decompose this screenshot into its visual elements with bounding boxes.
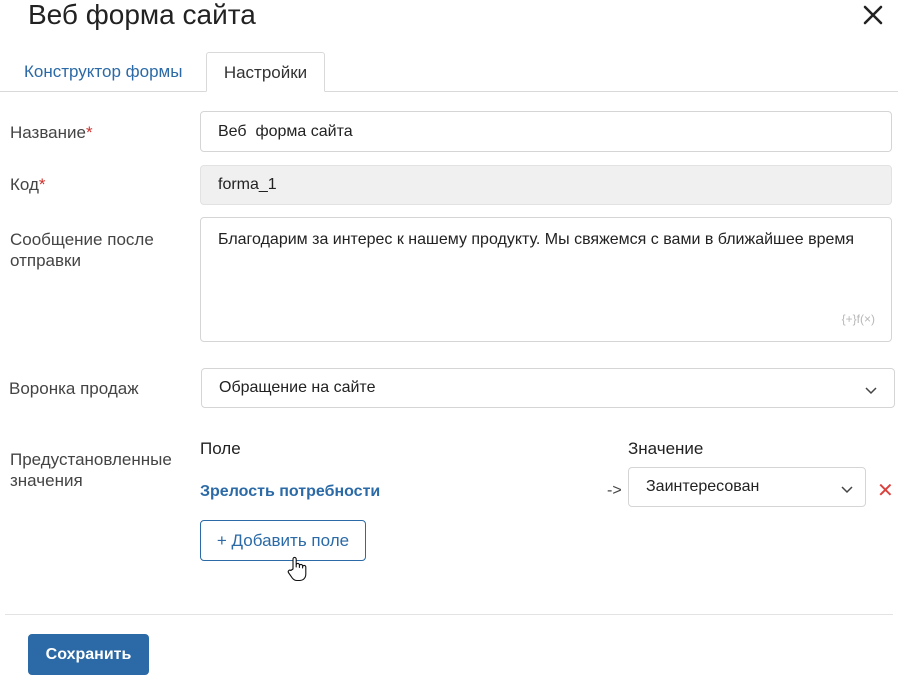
preset-value-select[interactable]: Заинтересован [628, 467, 866, 507]
tab-settings[interactable]: Настройки [206, 52, 325, 92]
save-button[interactable]: Сохранить [28, 634, 149, 675]
footer-divider [5, 614, 893, 615]
tabs-divider [0, 91, 898, 92]
funnel-value: Обращение на сайте [219, 379, 376, 396]
mapping-arrow: -> [607, 482, 622, 499]
code-input: forma_1 [200, 165, 892, 205]
preset-label: Предустановленные значения [10, 450, 172, 490]
preset-value: Заинтересован [646, 478, 760, 495]
chevron-down-icon [865, 382, 877, 395]
message-label: Сообщение после отправки [10, 230, 154, 270]
name-value: Веб форма сайта [218, 122, 353, 140]
formula-icon[interactable]: {+}f(×) [842, 309, 875, 329]
hand-cursor-icon [286, 556, 308, 582]
code-label-text: Код [10, 175, 39, 194]
funnel-label: Воронка продаж [9, 379, 139, 398]
required-mark: * [85, 123, 93, 142]
column-value-header: Значение [628, 439, 704, 458]
code-value: forma_1 [218, 176, 277, 193]
dialog-title: Веб форма сайта [28, 0, 256, 30]
close-icon[interactable] [858, 0, 888, 30]
required-mark: * [38, 175, 46, 194]
tab-constructor[interactable]: Конструктор формы [12, 52, 194, 92]
column-field-header: Поле [200, 439, 241, 458]
chevron-down-icon [841, 481, 853, 494]
name-label: Название* [10, 122, 93, 143]
preset-field-link[interactable]: Зрелость потребности [200, 483, 380, 501]
remove-row-icon[interactable]: ✕ [877, 481, 894, 501]
name-label-text: Название [10, 123, 86, 142]
code-label: Код* [10, 174, 46, 195]
message-textarea[interactable]: Благодарим за интерес к нашему продукту.… [200, 217, 892, 342]
message-value: Благодарим за интерес к нашему продукту.… [218, 231, 855, 248]
name-input[interactable]: Веб форма сайта [200, 111, 892, 152]
funnel-select[interactable]: Обращение на сайте [201, 368, 895, 408]
add-field-button[interactable]: + Добавить поле [200, 520, 366, 561]
